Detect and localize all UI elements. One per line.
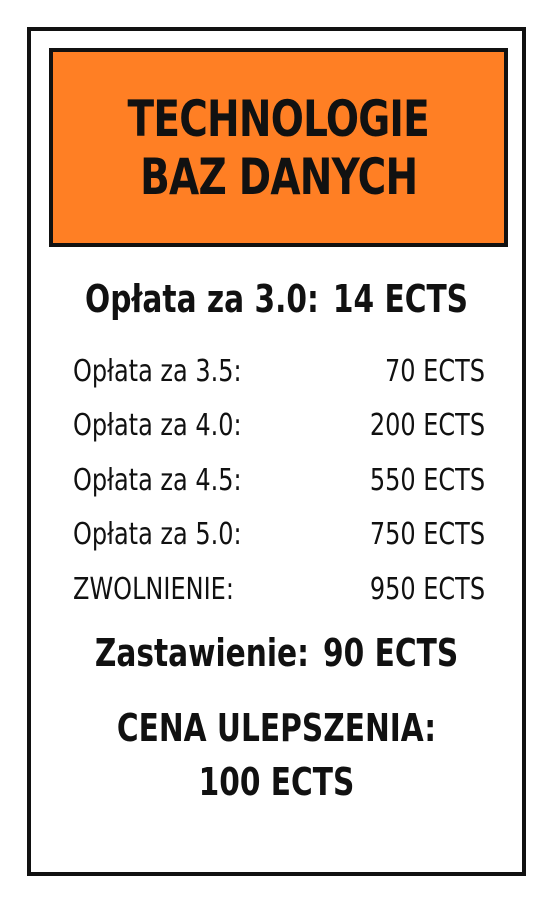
rent-row-label: ZWOLNIENIE: — [73, 571, 234, 607]
upgrade-cost: CENA ULEPSZENIA: 100 ECTS — [85, 701, 468, 809]
property-card: TECHNOLOGIE BAZ DANYCH Opłata za 3.0: 14 … — [27, 27, 526, 876]
property-title-line-1: TECHNOLOGIE — [127, 89, 430, 148]
property-title-bar: TECHNOLOGIE BAZ DANYCH — [49, 48, 508, 247]
mortgage: Zastawienie: 90 ECTS — [85, 631, 468, 675]
rent-row: Opłata za 4.0: 200 ECTS — [73, 399, 485, 454]
rent-row: Opłata za 3.5: 70 ECTS — [73, 344, 485, 399]
rent-row-value: 950 ECTS — [369, 571, 485, 607]
upgrade-label: CENA ULEPSZENIA: — [116, 706, 437, 750]
upgrade-value: 100 ECTS — [198, 760, 355, 804]
rent-row-label: Opłata za 3.5: — [73, 353, 242, 389]
rent-table: Opłata za 3.5: 70 ECTS Opłata za 4.0: 20… — [73, 344, 485, 617]
mortgage-value: 90 ECTS — [323, 631, 459, 675]
rent-row: Opłata za 4.5: 550 ECTS — [73, 453, 485, 508]
rent-row-value: 550 ECTS — [369, 462, 485, 498]
base-rent: Opłata za 3.0: 14 ECTS — [85, 277, 468, 321]
rent-row: ZWOLNIENIE: 950 ECTS — [73, 562, 485, 617]
mortgage-label: Zastawienie: — [94, 631, 309, 675]
rent-row-value: 200 ECTS — [369, 408, 485, 444]
rent-row: Opłata za 5.0: 750 ECTS — [73, 508, 485, 563]
base-rent-value: 14 ECTS — [332, 277, 469, 321]
base-rent-label: Opłata za 3.0: — [85, 277, 319, 321]
rent-row-value: 750 ECTS — [369, 517, 485, 553]
rent-row-label: Opłata za 5.0: — [73, 517, 242, 553]
property-title-line-2: BAZ DANYCH — [139, 147, 418, 206]
rent-row-value: 70 ECTS — [385, 353, 485, 389]
rent-row-label: Opłata za 4.5: — [73, 462, 242, 498]
rent-row-label: Opłata za 4.0: — [73, 408, 242, 444]
